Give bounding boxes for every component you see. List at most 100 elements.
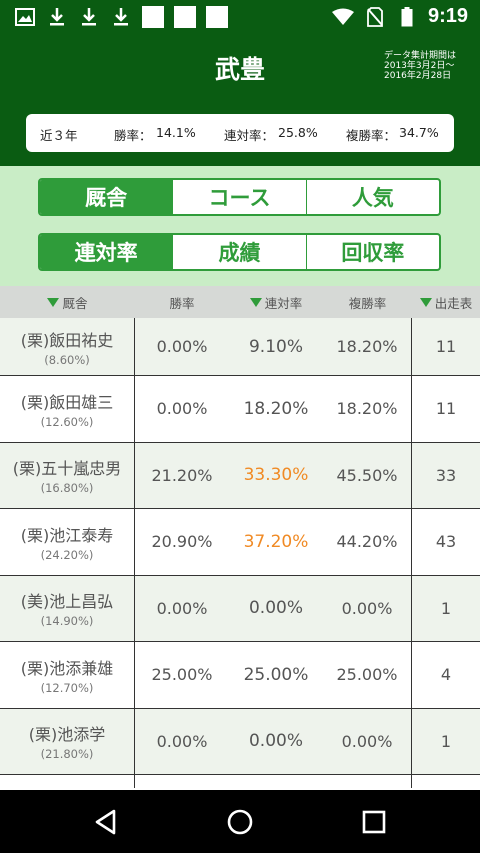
sort-down-icon xyxy=(419,297,432,307)
quinella-rate-cell: 0.00% xyxy=(248,731,303,752)
stable-cell: (栗)池江泰寿 (24.20%) xyxy=(0,509,135,575)
quinella-rate-cell xyxy=(229,775,323,788)
quinella-rate-cell: 0.00% xyxy=(248,598,303,619)
column-header-entries[interactable]: 出走表 xyxy=(412,286,480,318)
stable-cell: (栗)池添兼雄 (12.70%) xyxy=(0,642,135,708)
summary-win-value: 14.1% xyxy=(156,125,196,140)
trainer-name: (栗)池添兼雄 xyxy=(20,658,114,678)
trainer-percentage: (14.90%) xyxy=(40,614,94,629)
table-row[interactable]: (栗)池添兼雄 (12.70%) 25.00% 25.00% 25.00% 4 xyxy=(0,642,480,709)
period-line: データ集計期間は xyxy=(384,51,457,61)
sort-down-icon xyxy=(249,297,262,307)
trainer-name: (栗)池添学 xyxy=(28,725,106,745)
win-rate-cell: 20.90% xyxy=(151,532,213,552)
quinella-rate-cell: 25.00% xyxy=(243,664,309,685)
tab-return-rate[interactable]: 回収率 xyxy=(305,235,439,269)
clock: 9:19 xyxy=(427,5,468,27)
trainer-name: (栗)飯田祐史 xyxy=(20,330,114,350)
table-header: 厩舎 勝率 連対率 複勝率 出走表 xyxy=(0,286,480,318)
win-rate-cell: 0.00% xyxy=(156,731,208,751)
table-row[interactable]: (栗)飯田雄三 (12.60%) 0.00% 18.20% 18.20% 11 xyxy=(0,376,480,443)
show-rate-cell: 18.20% xyxy=(323,376,412,442)
win-rate-cell: 0.00% xyxy=(156,337,208,356)
win-rate-cell: 25.00% xyxy=(151,665,213,685)
summary-show-label: 複勝率： xyxy=(346,128,397,143)
summary-quinella-label: 連対率： xyxy=(224,128,275,143)
trainer-percentage: (12.70%) xyxy=(40,680,94,695)
win-rate-cell: 0.00% xyxy=(156,598,208,618)
metric-segmented-control: 連対率 成績 回収率 xyxy=(38,233,441,271)
entries-cell[interactable]: 33 xyxy=(412,443,480,509)
trainer-name: (栗)飯田雄三 xyxy=(20,392,114,412)
battery-icon xyxy=(396,6,418,28)
trainer-percentage: (24.20%) xyxy=(40,547,94,562)
back-icon[interactable] xyxy=(92,808,120,836)
quinella-rate-cell: 9.10% xyxy=(248,336,303,357)
entries-cell[interactable]: 11 xyxy=(412,318,480,375)
show-rate-cell: 0.00% xyxy=(323,708,412,774)
quinella-rate-cell: 18.20% xyxy=(243,398,309,419)
column-header-quinella-rate[interactable]: 連対率 xyxy=(229,286,323,318)
summary-quinella-value: 25.8% xyxy=(278,125,318,140)
table-row[interactable]: (栗)五十嵐忠男 (16.80%) 21.20% 33.30% 45.50% 33 xyxy=(0,442,480,509)
entries-cell[interactable]: 11 xyxy=(412,376,480,442)
column-header-show-rate[interactable]: 複勝率 xyxy=(323,286,412,318)
table-row[interactable]: (美)池上昌弘 (14.90%) 0.00% 0.00% 0.00% 1 xyxy=(0,575,480,642)
download-icon xyxy=(78,6,100,28)
notification-placeholder-icon xyxy=(174,6,196,28)
show-rate-cell: 0.00% xyxy=(323,575,412,641)
stable-cell xyxy=(0,775,135,788)
trainer-name: (栗)池江泰寿 xyxy=(20,525,114,545)
trainer-name: (美)池上昌弘 xyxy=(20,592,114,612)
status-bar: 9:19 xyxy=(0,0,480,34)
summary-period: 近３年 xyxy=(40,128,78,143)
data-period-note: データ集計期間は 2013年3月2日～ 2016年2月28日 xyxy=(384,51,464,81)
trainer-percentage: (16.80%) xyxy=(40,481,94,496)
show-rate-cell: 25.00% xyxy=(323,642,412,708)
win-rate-cell: 21.20% xyxy=(151,465,213,485)
show-rate-cell: 18.20% xyxy=(323,318,412,375)
column-header-win-rate[interactable]: 勝率 xyxy=(135,286,229,318)
tab-popularity[interactable]: 人気 xyxy=(305,180,439,214)
table-row[interactable]: (栗)池添学 (21.80%) 0.00% 0.00% 0.00% 1 xyxy=(0,708,480,775)
entries-cell[interactable]: 1 xyxy=(412,709,480,775)
category-segmented-control: 厩舎 コース 人気 xyxy=(38,178,441,216)
trainer-percentage: (8.60%) xyxy=(44,352,90,367)
notification-placeholder-icon xyxy=(206,6,228,28)
show-rate-cell: 44.20% xyxy=(323,509,412,575)
tab-course[interactable]: コース xyxy=(172,180,305,214)
stable-cell: (美)池上昌弘 (14.90%) xyxy=(0,575,135,641)
trainer-name: (栗)五十嵐忠男 xyxy=(12,459,122,479)
entries-cell[interactable]: 4 xyxy=(412,642,480,708)
home-icon[interactable] xyxy=(226,808,254,836)
table-row[interactable] xyxy=(0,775,480,788)
download-icon xyxy=(46,6,68,28)
no-sim-icon xyxy=(364,6,386,28)
tab-stable[interactable]: 厩舎 xyxy=(40,180,173,214)
notification-icons xyxy=(14,6,228,28)
quinella-rate-cell: 33.30% xyxy=(243,465,309,486)
table-row[interactable]: (栗)池江泰寿 (24.20%) 20.90% 37.20% 44.20% 43 xyxy=(0,509,480,576)
tab-quinella-rate[interactable]: 連対率 xyxy=(40,235,173,269)
system-nav-bar xyxy=(0,790,480,853)
stable-cell: (栗)飯田雄三 (12.60%) xyxy=(0,376,135,442)
summary-show-value: 34.7% xyxy=(399,125,439,140)
sort-down-icon xyxy=(47,297,60,307)
tab-results[interactable]: 成績 xyxy=(172,235,305,269)
entries-cell[interactable]: 1 xyxy=(412,576,480,642)
win-rate-cell: 0.00% xyxy=(156,399,208,419)
system-icons: 9:19 xyxy=(331,5,468,28)
app-header: 武豊 データ集計期間は 2013年3月2日～ 2016年2月28日 近３年 勝率… xyxy=(0,34,480,166)
recents-icon[interactable] xyxy=(360,808,388,836)
filter-tabs-area: 厩舎 コース 人気 連対率 成績 回収率 xyxy=(0,166,480,286)
wifi-icon xyxy=(331,6,354,28)
column-header-stable[interactable]: 厩舎 xyxy=(0,286,135,318)
trainer-percentage: (21.80%) xyxy=(40,747,94,762)
stable-cell: (栗)池添学 (21.80%) xyxy=(0,708,135,774)
image-icon xyxy=(14,6,36,28)
stable-cell: (栗)飯田祐史 (8.60%) xyxy=(0,318,135,375)
table-row[interactable]: (栗)飯田祐史 (8.60%) 0.00% 9.10% 18.20% 11 xyxy=(0,318,480,376)
entries-cell[interactable] xyxy=(412,775,480,788)
quinella-rate-cell: 37.20% xyxy=(243,531,309,552)
entries-cell[interactable]: 43 xyxy=(412,509,480,575)
